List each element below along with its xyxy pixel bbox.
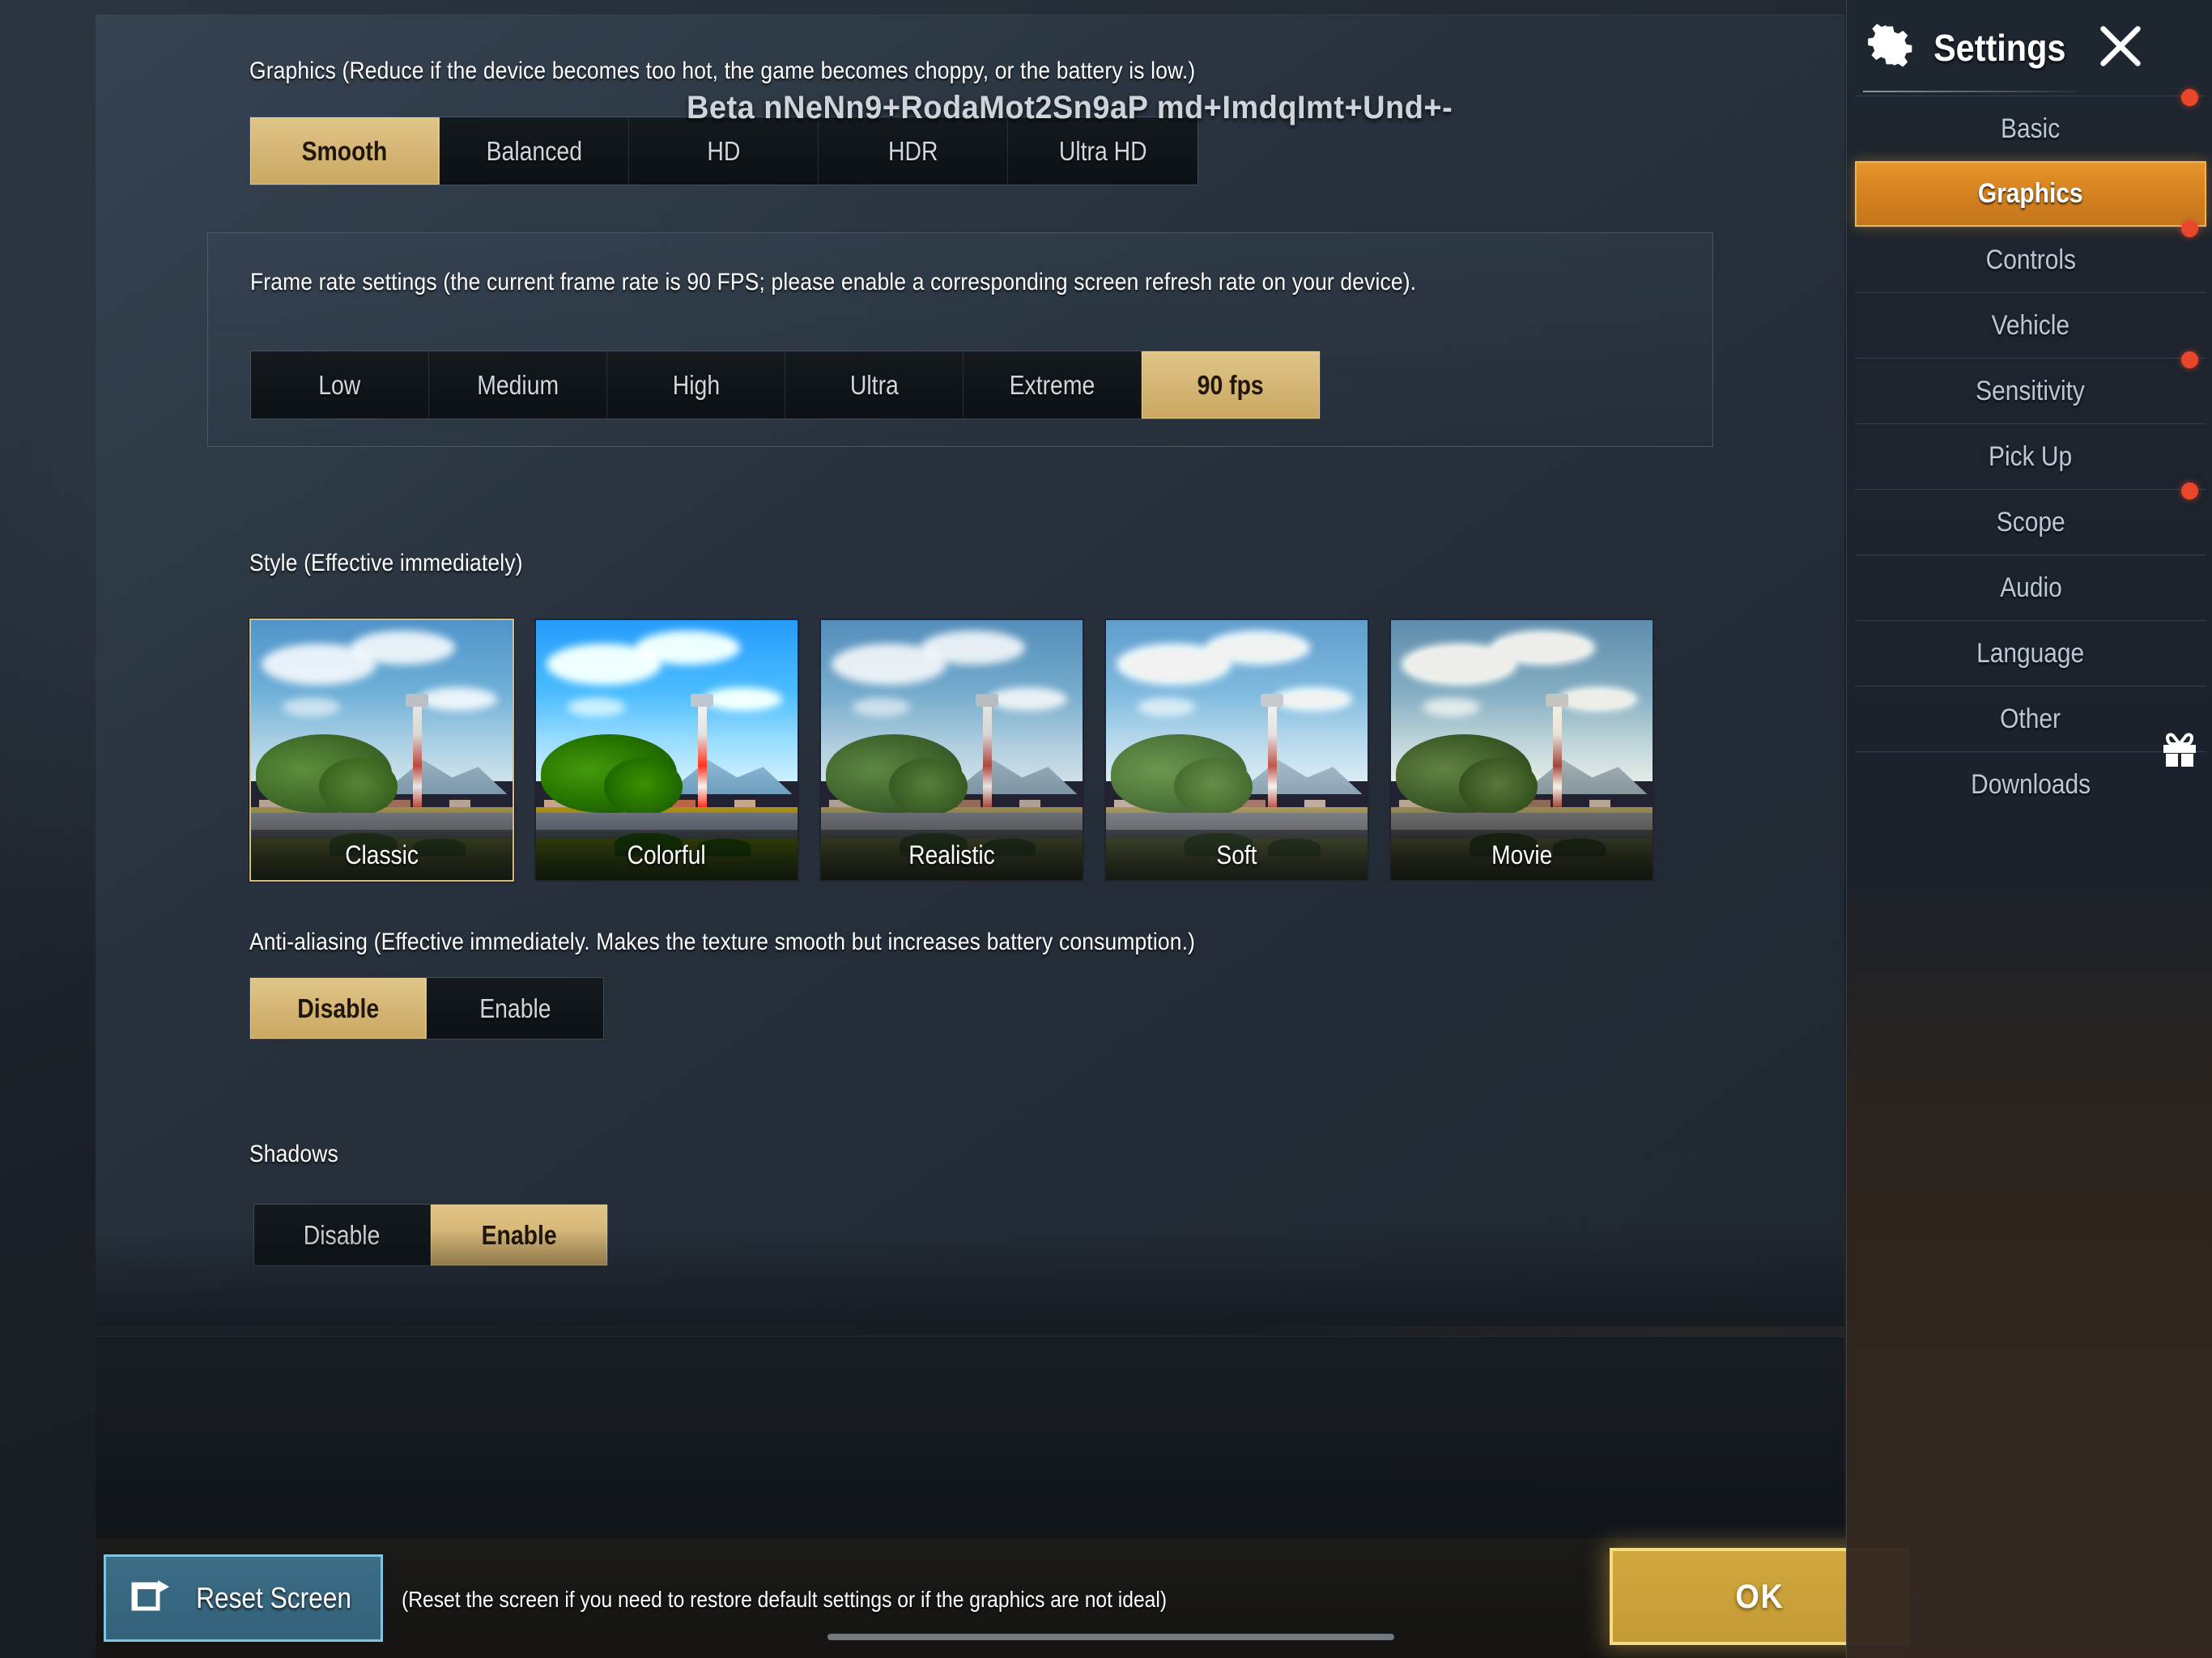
option-label: Ultra HD xyxy=(1058,135,1147,166)
shadows-option-enable[interactable]: Enable xyxy=(431,1205,607,1265)
beta-watermark: Beta nNeNn9+RodaMot2Sn9aP md+ImdqImt+Und… xyxy=(687,90,1453,125)
notification-dot xyxy=(2181,351,2198,368)
sidebar-item-label: Scope xyxy=(1996,506,2065,538)
shadows-option-disable[interactable]: Disable xyxy=(254,1205,431,1265)
reset-screen-label: Reset Screen xyxy=(196,1581,352,1614)
sidebar-item-label: Controls xyxy=(1985,244,2076,275)
graphics-quality-group[interactable]: Smooth Balanced HD HDR Ultra HD xyxy=(249,117,1198,185)
style-thumbnail-list[interactable]: Classic Colorful Realistic Soft Movie xyxy=(249,619,1654,882)
style-thumbnail-label: Soft xyxy=(1106,830,1368,880)
graphics-option-smooth[interactable]: Smooth xyxy=(250,117,440,185)
framerate-option-medium[interactable]: Medium xyxy=(429,351,607,419)
sidebar-item-downloads[interactable]: Downloads xyxy=(1855,733,2206,817)
sidebar-item-label: Downloads xyxy=(1970,768,2091,800)
framerate-group[interactable]: Low Medium High Ultra Extreme 90 fps xyxy=(250,351,1321,419)
sidebar-item-scope[interactable]: Scope xyxy=(1855,483,2206,555)
sidebar-item-label: Sensitivity xyxy=(1976,375,2086,406)
framerate-option-90-fps[interactable]: 90 fps xyxy=(1142,351,1320,419)
style-thumbnail-label: Classic xyxy=(251,830,513,880)
sidebar-item-other[interactable]: Other xyxy=(1855,686,2206,751)
notification-dot xyxy=(2181,89,2198,106)
gift-icon[interactable] xyxy=(2161,733,2198,768)
option-label: Enable xyxy=(481,1219,557,1250)
sidebar-item-label: Vehicle xyxy=(1991,309,2070,341)
option-label: Balanced xyxy=(486,135,582,166)
notification-dot xyxy=(2181,483,2198,500)
graphics-section-label: Graphics (Reduce if the device becomes t… xyxy=(249,57,1196,84)
framerate-description: Frame rate settings (the current frame r… xyxy=(250,269,1417,295)
sidebar-item-label: Basic xyxy=(2001,113,2061,144)
option-label: Smooth xyxy=(301,135,388,166)
graphics-settings-panel: Graphics (Reduce if the device becomes t… xyxy=(96,15,1844,1326)
option-label: Enable xyxy=(479,993,551,1023)
style-thumbnail-realistic[interactable]: Realistic xyxy=(819,619,1084,882)
settings-screen: Graphics (Reduce if the device becomes t… xyxy=(0,0,2212,1658)
option-label: 90 fps xyxy=(1197,369,1265,400)
sidebar-item-basic[interactable]: Basic xyxy=(1855,89,2206,161)
graphics-option-hd[interactable]: HD xyxy=(629,117,819,185)
style-thumbnail-label: Realistic xyxy=(821,830,1083,880)
reset-screen-icon xyxy=(130,1578,172,1619)
antialiasing-section-label: Anti-aliasing (Effective immediately. Ma… xyxy=(249,929,1196,955)
antialiasing-option-enable[interactable]: Enable xyxy=(427,978,603,1039)
sidebar-item-controls[interactable]: Controls xyxy=(1855,220,2206,292)
framerate-settings-box: Frame rate settings (the current frame r… xyxy=(207,232,1713,447)
sidebar-item-vehicle[interactable]: Vehicle xyxy=(1855,292,2206,358)
graphics-option-hdr[interactable]: HDR xyxy=(819,117,1008,185)
gear-icon xyxy=(1865,21,1915,75)
sidebar-item-label: Language xyxy=(1976,637,2085,669)
option-label: Ultra xyxy=(849,369,899,400)
option-label: HDR xyxy=(887,135,938,166)
ok-button-label: OK xyxy=(1734,1577,1784,1615)
settings-sidebar: Settings Basic Graphics Controls Vehicle Sen… xyxy=(1846,0,2212,1658)
graphics-option-balanced[interactable]: Balanced xyxy=(440,117,629,185)
sidebar-item-list[interactable]: Basic Graphics Controls Vehicle Sensitivity P… xyxy=(1847,89,2212,817)
horizontal-scrollbar[interactable] xyxy=(827,1634,1394,1640)
option-label: Medium xyxy=(477,369,559,400)
sidebar-item-audio[interactable]: Audio xyxy=(1855,555,2206,620)
style-thumbnail-colorful[interactable]: Colorful xyxy=(534,619,799,882)
sidebar-header-divider xyxy=(1863,91,2078,92)
framerate-option-high[interactable]: High xyxy=(607,351,785,419)
style-thumbnail-soft[interactable]: Soft xyxy=(1104,619,1369,882)
sidebar-item-sensitivity[interactable]: Sensitivity xyxy=(1855,351,2206,423)
sidebar-item-label: Graphics xyxy=(1978,178,2083,209)
framerate-option-ultra[interactable]: Ultra xyxy=(785,351,963,419)
reset-screen-description: (Reset the screen if you need to restore… xyxy=(402,1587,1168,1612)
sidebar-header: Settings xyxy=(1847,0,2212,96)
sidebar-title: Settings xyxy=(1933,27,2066,69)
sidebar-item-graphics[interactable]: Graphics xyxy=(1855,161,2206,227)
framerate-option-low[interactable]: Low xyxy=(251,351,429,419)
sidebar-item-label: Other xyxy=(2000,703,2061,734)
sidebar-item-label: Pick Up xyxy=(1989,440,2073,472)
graphics-option-ultra-hd[interactable]: Ultra HD xyxy=(1008,117,1197,185)
option-label: Extreme xyxy=(1009,369,1095,400)
option-label: Disable xyxy=(304,1219,381,1250)
notification-dot xyxy=(2181,220,2198,237)
style-section-label: Style (Effective immediately) xyxy=(249,550,523,576)
style-thumbnail-classic[interactable]: Classic xyxy=(249,619,514,882)
close-icon[interactable] xyxy=(2095,21,2146,75)
sidebar-item-label: Audio xyxy=(1999,572,2062,603)
shadows-toggle-group[interactable]: Disable Enable xyxy=(253,1204,608,1266)
framerate-option-extreme[interactable]: Extreme xyxy=(963,351,1142,419)
antialiasing-toggle-group[interactable]: Disable Enable xyxy=(249,977,604,1039)
option-label: HD xyxy=(706,135,740,166)
style-thumbnail-movie[interactable]: Movie xyxy=(1389,619,1654,882)
option-label: High xyxy=(672,369,720,400)
colorblind-panel: Colorblind Mode (recommended for players… xyxy=(96,1336,1844,1538)
sidebar-item-language[interactable]: Language xyxy=(1855,620,2206,686)
style-thumbnail-label: Colorful xyxy=(536,830,798,880)
antialiasing-option-disable[interactable]: Disable xyxy=(250,978,427,1039)
reset-screen-button[interactable]: Reset Screen xyxy=(104,1554,383,1642)
shadows-section-label: Shadows xyxy=(249,1141,338,1167)
sidebar-item-pick-up[interactable]: Pick Up xyxy=(1855,423,2206,489)
option-label: Low xyxy=(318,369,361,400)
style-thumbnail-label: Movie xyxy=(1391,830,1653,880)
option-label: Disable xyxy=(297,993,379,1023)
